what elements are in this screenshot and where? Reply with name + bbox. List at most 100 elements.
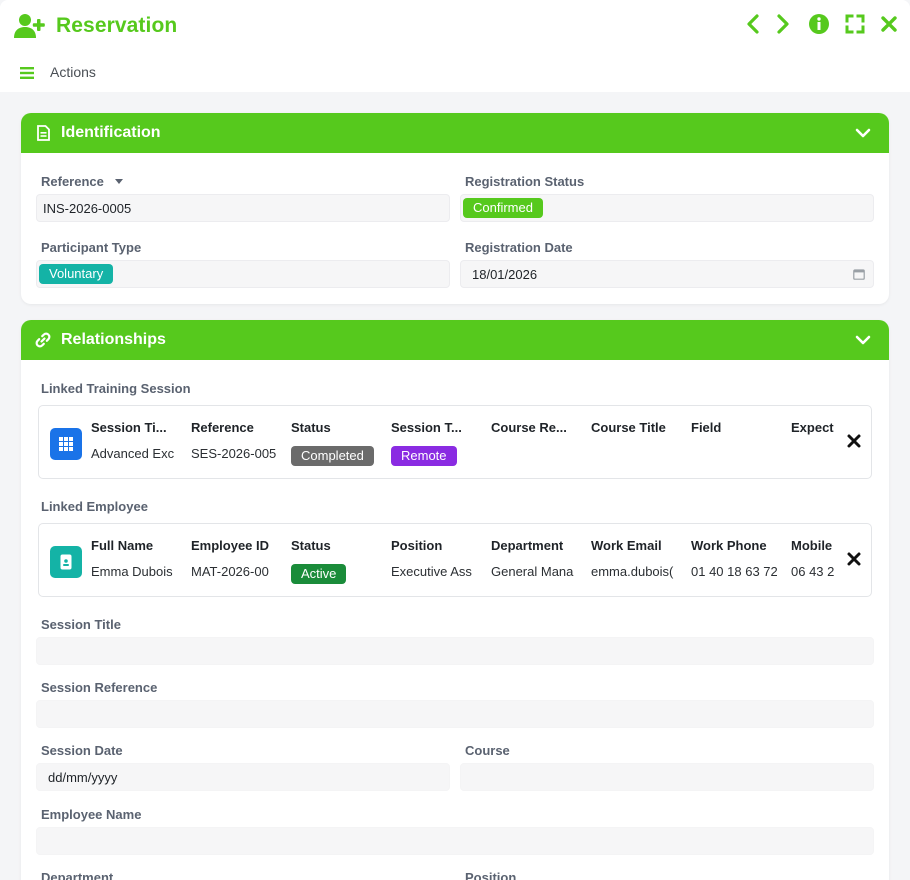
registration-status-field[interactable]: Confirmed (460, 194, 874, 222)
employee-col-position: Position Executive Ass (391, 524, 479, 596)
session-col-expect: Expect (791, 406, 839, 478)
badge-icon (50, 546, 82, 578)
relationships-card: Relationships Linked Training Session Se… (21, 320, 889, 880)
employee-col-full-name: Full Name Emma Dubois (91, 524, 179, 596)
column-header: Employee ID (191, 538, 270, 553)
session-date-placeholder: dd/mm/yyyy (48, 769, 118, 785)
column-header: Department (491, 538, 564, 553)
linked-session-row[interactable]: Session Ti... Advanced Exc Reference SES… (38, 405, 872, 479)
column-header: Status (291, 420, 331, 435)
session-col-title: Session Ti... Advanced Exc (91, 406, 179, 478)
relationships-title: Relationships (61, 331, 166, 348)
registration-date-value: 18/01/2026 (472, 266, 538, 282)
session-date-field[interactable]: dd/mm/yyyy (36, 763, 450, 791)
registration-status-label: Registration Status (465, 174, 585, 189)
status-badge: Active (291, 564, 377, 584)
session-col-reference: Reference SES-2026-005 (191, 406, 279, 478)
identification-header[interactable]: Identification (21, 113, 889, 153)
participant-type-badge: Voluntary (39, 264, 114, 284)
session-col-course-ref: Course Re... (491, 406, 579, 478)
chevron-left-icon[interactable] (742, 12, 764, 36)
cell-value: Advanced Exc (91, 446, 175, 461)
registration-date-field[interactable]: 18/01/2026 (460, 260, 874, 288)
course-label: Course (465, 743, 510, 758)
chevron-right-icon[interactable] (772, 12, 794, 36)
linked-employee-label: Linked Employee (41, 499, 148, 514)
identification-title: Identification (61, 124, 161, 141)
department-label: Department (41, 870, 114, 880)
participant-type-field[interactable]: Voluntary (36, 260, 450, 288)
session-date-label: Session Date (41, 743, 123, 758)
actions-label[interactable]: Actions (50, 64, 96, 80)
column-header: Session Ti... (91, 420, 167, 435)
employee-col-status: Status Active (291, 524, 379, 596)
session-col-session-type: Session T... Remote (391, 406, 479, 478)
position-label: Position (465, 870, 517, 880)
user-plus-icon (14, 12, 46, 40)
identification-card: Identification Reference INS-2026-0005 R… (21, 113, 889, 304)
relationships-header[interactable]: Relationships (21, 320, 889, 360)
column-header: Mobile (791, 538, 833, 553)
registration-date-label: Registration Date (465, 240, 573, 255)
grid-icon (50, 428, 82, 460)
employee-col-work-phone: Work Phone 01 40 18 63 72 (691, 524, 779, 596)
column-header: Work Phone (691, 538, 767, 553)
actions-menu[interactable]: Actions (20, 64, 96, 80)
column-header: Status (291, 538, 331, 553)
menu-icon[interactable] (20, 66, 34, 79)
registration-status-badge: Confirmed (463, 198, 543, 218)
column-header: Position (391, 538, 443, 553)
employee-col-work-email: Work Email emma.dubois( (591, 524, 679, 596)
column-header: Session T... (391, 420, 462, 435)
cell-value: Executive Ass (391, 564, 472, 579)
info-icon[interactable] (808, 12, 830, 36)
chevron-down-icon[interactable] (855, 332, 871, 348)
employee-col-mobile: Mobile 06 43 2 (791, 524, 839, 596)
column-header: Full Name (91, 538, 154, 553)
session-reference-label: Session Reference (41, 680, 158, 695)
remove-employee-icon[interactable] (845, 550, 863, 568)
session-title-field[interactable] (36, 637, 874, 665)
column-header: Course Title (591, 420, 666, 435)
column-header: Reference (191, 420, 254, 435)
linked-session-label: Linked Training Session (41, 381, 191, 396)
top-bar: Reservation Actions (0, 0, 910, 92)
cell-value: 01 40 18 63 72 (691, 564, 777, 579)
cell-value: emma.dubois( (591, 564, 674, 579)
reference-field[interactable]: INS-2026-0005 (36, 194, 450, 222)
cell-value: General Mana (491, 564, 574, 579)
course-field[interactable] (460, 763, 874, 791)
column-header: Work Email (591, 538, 662, 553)
cell-value: Emma Dubois (91, 564, 173, 579)
column-header: Expect (791, 420, 834, 435)
session-col-field: Field (691, 406, 779, 478)
window-controls (742, 12, 900, 36)
remove-session-icon[interactable] (845, 432, 863, 450)
cell-value: 06 43 2 (791, 564, 835, 579)
employee-name-field[interactable] (36, 827, 874, 855)
title-area: Reservation (14, 12, 177, 40)
expand-icon[interactable] (844, 12, 866, 36)
session-col-course-title: Course Title (591, 406, 679, 478)
session-title-label: Session Title (41, 617, 121, 632)
cell-value: SES-2026-005 (191, 446, 277, 461)
chevron-down-icon[interactable] (855, 125, 871, 141)
column-header: Course Re... (491, 420, 567, 435)
employee-col-department: Department General Mana (491, 524, 579, 596)
document-icon (35, 125, 51, 141)
cell-value: MAT-2026-00 (191, 564, 269, 579)
calendar-icon[interactable] (853, 268, 865, 283)
reference-value: INS-2026-0005 (43, 200, 132, 216)
column-header: Field (691, 420, 722, 435)
linked-employee-row[interactable]: Full Name Emma Dubois Employee ID MAT-20… (38, 523, 872, 597)
page-title: Reservation (56, 14, 178, 37)
link-icon (35, 332, 51, 348)
reference-label: Reference (41, 174, 124, 189)
caret-down-icon[interactable] (114, 178, 124, 186)
employee-col-id: Employee ID MAT-2026-00 (191, 524, 279, 596)
participant-type-label: Participant Type (41, 240, 142, 255)
session-col-status: Status Completed (291, 406, 379, 478)
session-reference-field[interactable] (36, 700, 874, 728)
status-badge: Completed (291, 446, 377, 466)
close-icon[interactable] (878, 12, 900, 36)
